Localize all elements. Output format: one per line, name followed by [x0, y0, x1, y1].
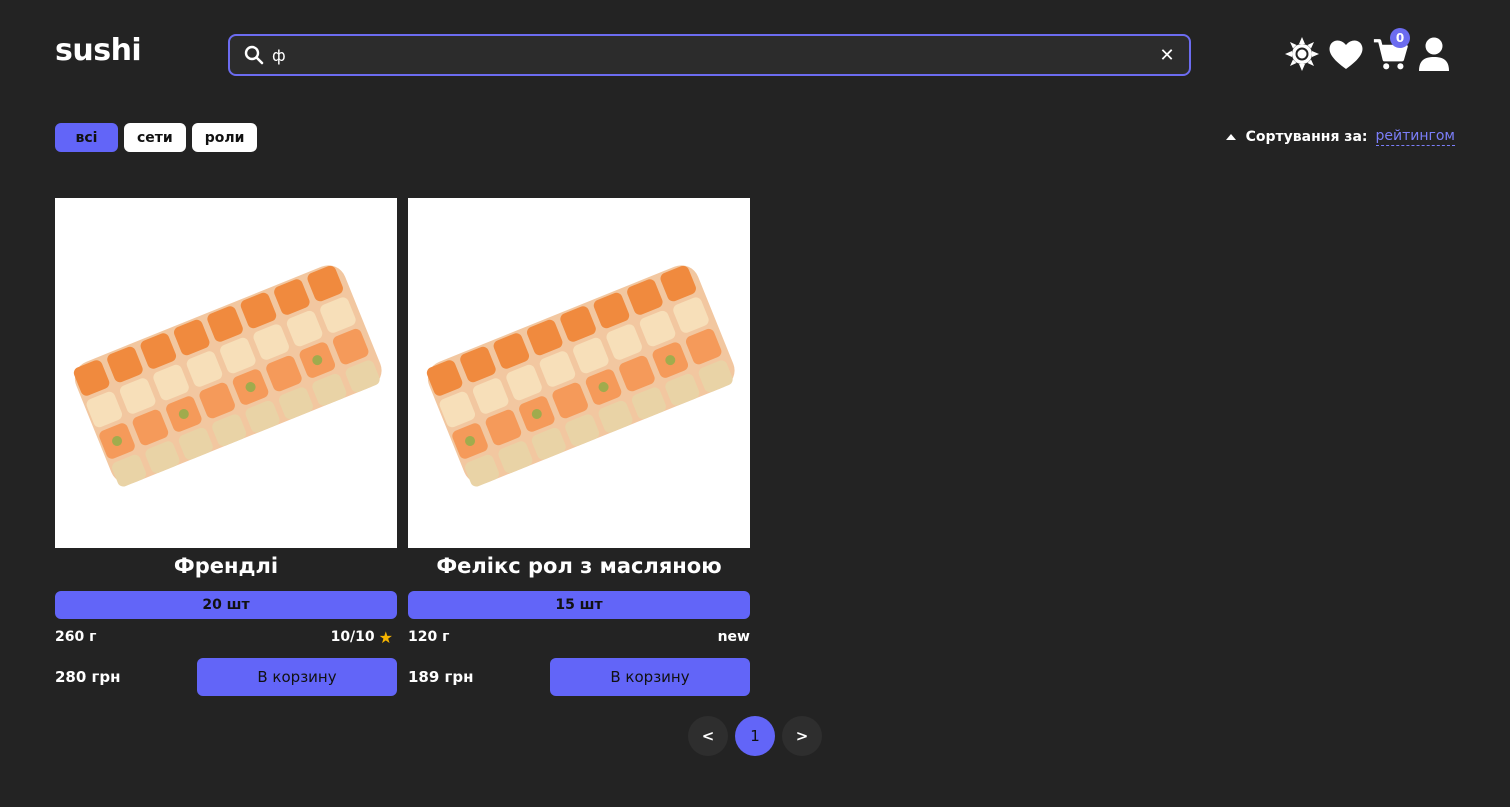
search-input[interactable] — [264, 36, 1153, 74]
product-quantity: 20 шт — [55, 591, 397, 619]
sort-label: Сортування за: — [1245, 129, 1368, 145]
product-weight: 260 г — [55, 629, 97, 645]
prev-page-button[interactable]: < — [688, 716, 728, 756]
rating-value: 10/10 — [330, 629, 375, 645]
filter-rolls[interactable]: роли — [191, 123, 258, 152]
next-page-button[interactable]: > — [782, 716, 822, 756]
close-icon[interactable]: ✕ — [1153, 41, 1181, 69]
search-icon — [244, 45, 264, 65]
header-icons: 0 — [1284, 28, 1452, 72]
cart-icon[interactable]: 0 — [1372, 28, 1410, 72]
category-filters: всі сети роли — [55, 123, 258, 152]
product-card: Фелікс рол з масляною 15 шт 120 г new 18… — [408, 198, 750, 696]
sushi-set-image — [426, 265, 735, 487]
new-badge: new — [717, 629, 750, 645]
product-price: 280 грн — [55, 668, 121, 686]
page: sushi ✕ — [0, 0, 1510, 807]
page-button-current[interactable]: 1 — [735, 716, 775, 756]
sushi-set-image — [73, 265, 382, 487]
star-icon: ★ — [378, 627, 393, 647]
sort-direction-icon[interactable] — [1225, 134, 1236, 140]
product-image[interactable] — [55, 198, 397, 548]
filter-all[interactable]: всі — [55, 123, 118, 152]
add-to-cart-button[interactable]: В корзину — [197, 658, 397, 696]
product-name[interactable]: Френдлі — [55, 554, 397, 582]
product-quantity: 15 шт — [408, 591, 750, 619]
user-icon[interactable] — [1416, 36, 1452, 72]
sort-control: Сортування за: рейтингом — [1225, 128, 1455, 146]
product-image[interactable] — [408, 198, 750, 548]
product-card: Френдлі 20 шт 260 г 10/10 ★ 280 грн В ко… — [55, 198, 397, 696]
product-name[interactable]: Фелікс рол з масляною — [408, 554, 750, 582]
product-rating: 10/10 ★ — [331, 628, 397, 647]
product-footer: 189 грн В корзину — [408, 658, 750, 696]
add-to-cart-button[interactable]: В корзину — [550, 658, 750, 696]
sort-value-dropdown[interactable]: рейтингом — [1375, 128, 1455, 146]
product-price: 189 грн — [408, 668, 474, 686]
heart-icon[interactable] — [1328, 36, 1364, 72]
product-meta: 260 г 10/10 ★ — [55, 628, 397, 647]
logo[interactable]: sushi — [55, 33, 142, 68]
cart-count-badge: 0 — [1390, 28, 1410, 48]
search-bar: ✕ — [228, 34, 1191, 76]
pagination: < 1 > — [688, 716, 822, 756]
filter-sets[interactable]: сети — [124, 123, 186, 152]
product-footer: 280 грн В корзину — [55, 658, 397, 696]
sun-icon[interactable] — [1284, 36, 1320, 72]
product-weight: 120 г — [408, 629, 450, 645]
product-meta: 120 г new — [408, 628, 750, 646]
